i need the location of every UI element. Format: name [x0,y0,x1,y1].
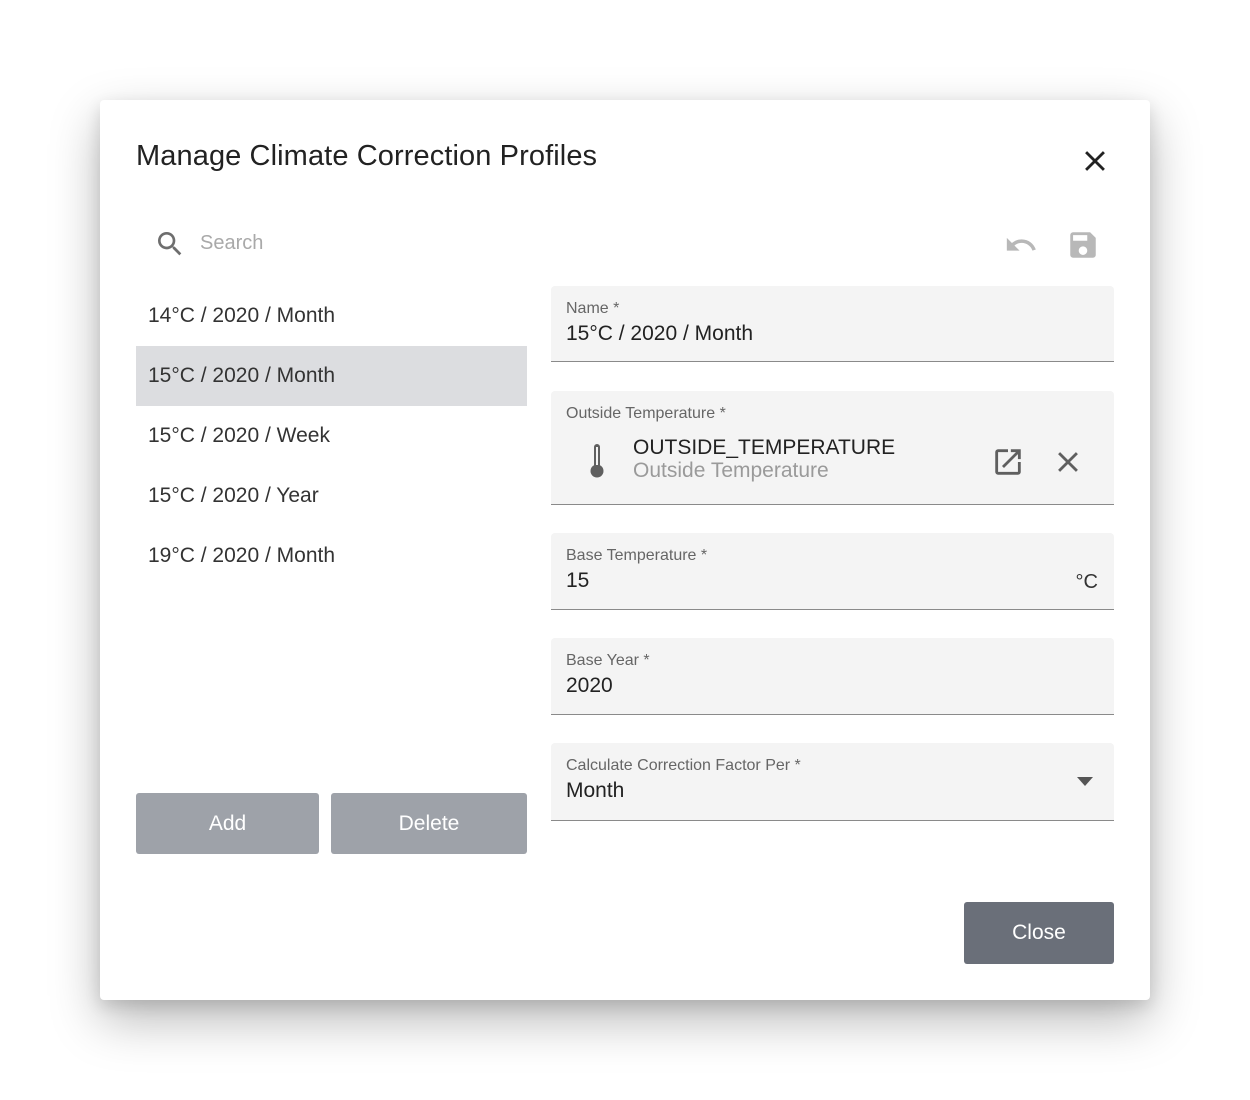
name-field[interactable]: Name * 15°C / 2020 / Month [551,286,1114,362]
profile-list-item[interactable]: 14°C / 2020 / Month [136,286,527,346]
sensor-name: OUTSIDE_TEMPERATURE [633,436,896,459]
correction-factor-label: Calculate Correction Factor Per * [566,757,801,774]
search-icon [158,232,182,256]
correction-factor-value[interactable]: Month [566,779,624,803]
base-temperature-unit: °C [1075,571,1098,593]
open-in-new-icon[interactable] [991,445,1025,479]
base-temperature-value[interactable]: 15 [566,569,589,593]
base-year-label: Base Year * [566,652,650,669]
base-temperature-field[interactable]: Base Temperature * 15 °C [551,533,1114,610]
base-year-field[interactable]: Base Year * 2020 [551,638,1114,715]
add-button[interactable]: Add [136,793,319,854]
undo-icon[interactable] [1004,228,1038,262]
close-button[interactable]: Close [964,902,1114,964]
correction-factor-select[interactable]: Calculate Correction Factor Per * Month [551,743,1114,821]
outside-temperature-field: Outside Temperature * OUTSIDE_TEMPERATUR… [551,391,1114,505]
close-icon[interactable] [1078,144,1112,178]
save-icon[interactable] [1066,228,1100,262]
profile-list: 14°C / 2020 / Month 15°C / 2020 / Month … [136,286,527,586]
dialog-title: Manage Climate Correction Profiles [136,140,598,172]
arrow-drop-down-icon[interactable] [1073,775,1097,789]
base-temperature-label: Base Temperature * [566,547,708,564]
profile-list-item[interactable]: 15°C / 2020 / Week [136,406,527,466]
profile-list-item-selected[interactable]: 15°C / 2020 / Month [136,346,527,406]
profile-list-item[interactable]: 19°C / 2020 / Month [136,526,527,586]
sensor-description: Outside Temperature [633,459,829,482]
manage-profiles-dialog: Manage Climate Correction Profiles 14°C … [100,100,1150,1000]
name-field-value[interactable]: 15°C / 2020 / Month [566,322,753,346]
profile-list-item[interactable]: 15°C / 2020 / Year [136,466,527,526]
thermometer-icon [590,444,604,478]
name-field-label: Name * [566,300,620,317]
outside-temperature-label: Outside Temperature * [566,405,726,422]
delete-button[interactable]: Delete [331,793,527,854]
search-input[interactable] [200,226,500,260]
clear-icon[interactable] [1051,445,1085,479]
base-year-value[interactable]: 2020 [566,674,613,698]
